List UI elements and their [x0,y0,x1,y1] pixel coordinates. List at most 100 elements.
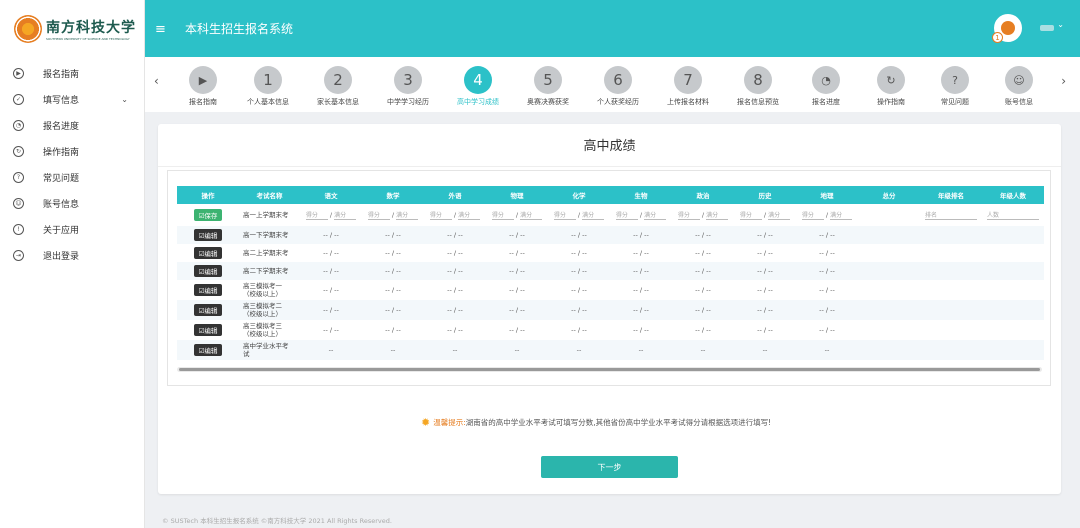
score-cell[interactable]: 得分 / 满分 [424,204,486,226]
sidebar-item-icon: ✓ [13,93,24,105]
column-header: 外语 [424,186,486,204]
sidebar-item[interactable]: ☺ 账号信息 [0,190,144,216]
scrollbar-thumb[interactable] [179,368,1040,371]
step-number-circle: 3 [394,66,422,94]
rank-cell[interactable]: 排名 [920,204,982,226]
university-logo[interactable]: 南方科技大学 SOUTHERN UNIVERSITY OF SCIENCE AN… [0,0,144,57]
score-input[interactable]: 得分 [615,210,638,220]
score-cell[interactable]: 得分 / 满分 [300,204,362,226]
score-input[interactable]: 得分 [491,210,514,220]
score-input[interactable]: 得分 [367,210,390,220]
step-item[interactable]: 4 高中学习成绩 [442,66,514,107]
full-score-input[interactable]: 满分 [396,210,419,220]
sidebar-item[interactable]: ✓ 填写信息 ⌄ [0,86,144,112]
full-score-input[interactable]: 满分 [458,210,481,220]
score-cell: -- / -- [734,300,796,320]
user-dropdown-chevron-icon[interactable]: ⌄ [1057,20,1064,29]
full-score-input[interactable]: 满分 [768,210,791,220]
step-item[interactable]: 7 上传报名材料 [652,66,724,107]
step-item[interactable]: ☺ 账号信息 [983,66,1055,107]
column-header: 化学 [548,186,610,204]
score-cell: -- / -- [571,249,587,257]
hamburger-menu-icon[interactable]: ≡ [155,22,166,37]
save-button[interactable]: ☑保存 [193,209,223,221]
full-score-input[interactable]: 满分 [520,210,543,220]
score-cell: -- / -- [571,286,587,294]
score-input[interactable]: 得分 [801,210,824,220]
count-input[interactable]: 人数 [987,210,1039,220]
sidebar-item[interactable]: ⇥ 退出登录 [0,242,144,268]
step-item[interactable]: 2 家长基本信息 [302,66,374,107]
score-cell: -- / -- [548,262,610,280]
score-cell[interactable]: 得分 / 满分 [486,204,548,226]
score-cell[interactable]: 得分 / 满分 [610,204,672,226]
score-cell: -- / -- [385,286,401,294]
steps-next-arrow-icon[interactable]: › [1061,74,1066,88]
column-header: 总分 [858,186,920,204]
score-cell: -- / -- [362,226,424,244]
rank-cell [920,262,982,280]
table-horizontal-scrollbar[interactable] [177,367,1042,372]
step-item[interactable]: 6 个人获奖经历 [582,66,654,107]
score-input[interactable]: 得分 [739,210,762,220]
full-score-input[interactable]: 满分 [582,210,605,220]
full-score-input[interactable]: 满分 [334,210,357,220]
count-cell [982,280,1044,300]
sidebar-item[interactable]: ◔ 报名进度 [0,112,144,138]
score-separator: / [825,211,829,219]
action-cell: ☑编辑 [177,280,239,300]
score-input[interactable]: 得分 [553,210,576,220]
step-item[interactable]: ? 常见问题 [919,66,991,107]
chevron-down-icon[interactable]: ⌄ [121,95,128,104]
score-separator: / [763,211,767,219]
edit-button[interactable]: ☑编辑 [193,324,223,336]
sidebar-item[interactable]: ↻ 操作指南 [0,138,144,164]
step-item[interactable]: 3 中学学习经历 [372,66,444,107]
step-number-circle: 5 [534,66,562,94]
count-cell [982,300,1044,320]
user-name-blurred[interactable] [1040,25,1054,31]
score-cell[interactable]: 得分 / 满分 [734,204,796,226]
column-header: 语文 [300,186,362,204]
edit-button[interactable]: ☑编辑 [193,247,223,259]
rank-cell [920,244,982,262]
score-input[interactable]: 得分 [429,210,452,220]
edit-button[interactable]: ☑编辑 [193,229,223,241]
score-cell: -- [424,340,486,360]
score-cell[interactable]: 得分 / 满分 [548,204,610,226]
sidebar-item[interactable]: ▶ 报名指南 [0,60,144,86]
edit-button[interactable]: ☑编辑 [193,304,223,316]
edit-button[interactable]: ☑编辑 [193,284,223,296]
edit-button[interactable]: ☑编辑 [193,265,223,277]
rank-cell [920,300,982,320]
table-row: ☑保存 高一上学期末考 得分 / 满分 得分 / 满分 得分 / 满分 得分 / 满分 得分 / 满分 得分 / 满分… [177,204,1044,226]
score-cell[interactable]: 得分 / 满分 [796,204,858,226]
total-cell [858,244,920,262]
table-row: ☑编辑 高三模拟考二 （校级以上） -- / -- -- / -- -- / -- -- /… [177,300,1044,320]
full-score-input[interactable]: 满分 [830,210,853,220]
full-score-input[interactable]: 满分 [644,210,667,220]
sidebar-item[interactable]: ? 常见问题 [0,164,144,190]
step-item[interactable]: 8 报名信息预览 [722,66,794,107]
steps-prev-arrow-icon[interactable]: ‹ [154,74,159,88]
user-avatar[interactable]: 1 [992,14,1022,43]
step-item[interactable]: ↻ 操作指南 [855,66,927,107]
full-score-input[interactable]: 满分 [706,210,729,220]
sidebar-item[interactable]: ! 关于应用 [0,216,144,242]
rank-input[interactable]: 排名 [925,210,977,220]
step-item[interactable]: 1 个人基本信息 [232,66,304,107]
step-item[interactable]: ▶ 报名指南 [167,66,239,107]
exam-name-cell: 高三模拟考二 （校级以上） [239,300,300,320]
next-step-button[interactable]: 下一步 [541,456,678,478]
score-input[interactable]: 得分 [677,210,700,220]
score-input[interactable]: 得分 [305,210,328,220]
count-cell[interactable]: 人数 [982,204,1044,226]
logo-chinese-name: 南方科技大学 [46,19,136,36]
score-cell[interactable]: 得分 / 满分 [362,204,424,226]
table-row: ☑编辑 高中学业水平考试 -- -- -- -- -- -- -- -- -- [177,340,1044,360]
score-cell[interactable]: 得分 / 满分 [672,204,734,226]
edit-button[interactable]: ☑编辑 [193,344,223,356]
total-cell [858,204,920,226]
step-item[interactable]: 5 奥赛决赛获奖 [512,66,584,107]
step-item[interactable]: ◔ 报名进度 [790,66,862,107]
